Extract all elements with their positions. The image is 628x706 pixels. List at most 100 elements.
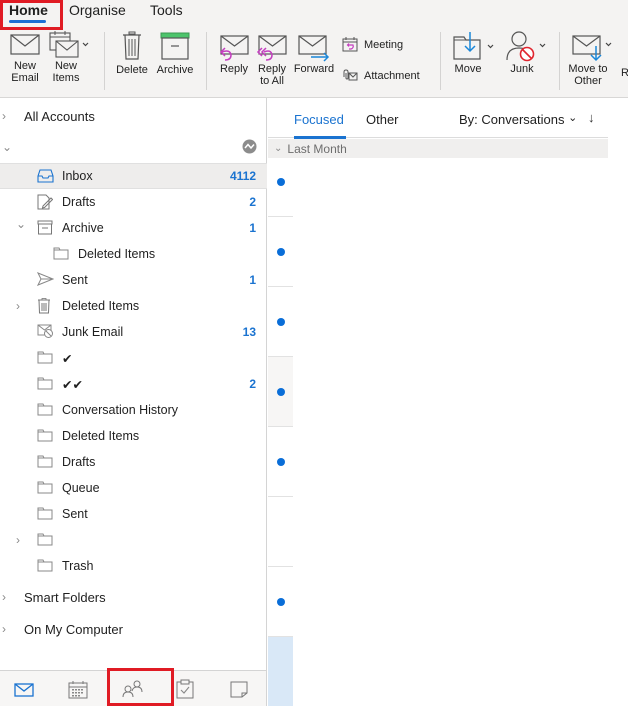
tasks-nav-button[interactable] bbox=[176, 679, 194, 704]
chevron-right-icon[interactable]: › bbox=[2, 109, 6, 123]
folder-item[interactable]: Conversation History bbox=[0, 397, 267, 423]
folder-item[interactable]: Drafts bbox=[0, 449, 267, 475]
sort-dropdown[interactable]: By: Conversations ⌄ bbox=[459, 112, 577, 127]
reply-all-button[interactable]: Reply to All bbox=[254, 28, 290, 98]
people-nav-button[interactable] bbox=[122, 680, 144, 703]
meeting-icon bbox=[342, 37, 358, 52]
message-row[interactable] bbox=[268, 567, 293, 637]
folder-item[interactable]: Deleted Items bbox=[0, 241, 267, 267]
ribbon-separator bbox=[440, 32, 441, 90]
folder-icon bbox=[37, 454, 53, 473]
folder-icon bbox=[37, 350, 53, 369]
new-items-label-2: Items bbox=[52, 72, 80, 84]
account-row[interactable]: ⌄ bbox=[0, 134, 267, 160]
chevron-down-icon[interactable]: ⌄ bbox=[2, 140, 12, 154]
message-row[interactable] bbox=[268, 217, 293, 287]
group-header-last-month[interactable]: ⌄ Last Month bbox=[268, 139, 608, 158]
folder-item[interactable]: ✔ bbox=[0, 345, 267, 371]
on-my-computer-label: On My Computer bbox=[24, 621, 123, 637]
chevron-right-icon[interactable]: › bbox=[2, 622, 6, 636]
folder-sidebar: › All Accounts ⌄ Inbox 4112 Drafts 2 ⌄ Archiv… bbox=[0, 98, 267, 670]
unread-dot-icon bbox=[277, 178, 285, 186]
folder-item[interactable]: Inbox 4112 bbox=[0, 163, 267, 189]
on-my-computer-row[interactable]: › On My Computer bbox=[0, 616, 267, 642]
folder-item[interactable]: Queue bbox=[0, 475, 267, 501]
message-row[interactable] bbox=[268, 427, 293, 497]
folder-item[interactable]: Sent 1 bbox=[0, 267, 267, 293]
message-row[interactable] bbox=[268, 637, 293, 706]
archive-label: Archive bbox=[156, 64, 194, 76]
chevron-right-icon[interactable]: › bbox=[16, 533, 20, 547]
folder-item[interactable]: Drafts 2 bbox=[0, 189, 267, 215]
cut-off-ribbon-button[interactable]: R bbox=[621, 67, 628, 79]
move-label: Move bbox=[454, 63, 482, 75]
smart-folders-row[interactable]: › Smart Folders bbox=[0, 584, 267, 610]
chevron-down-icon[interactable]: ⌄ bbox=[16, 217, 26, 231]
message-row[interactable] bbox=[268, 287, 293, 357]
tab-home[interactable]: Home bbox=[9, 2, 48, 18]
module-switcher bbox=[0, 670, 267, 706]
folder-item[interactable]: ✔✔ 2 bbox=[0, 371, 267, 397]
reply-all-label-1: Reply bbox=[257, 63, 287, 75]
folder-item[interactable]: › Deleted Items bbox=[0, 293, 267, 319]
folder-item[interactable]: ⌄ Archive 1 bbox=[0, 215, 267, 241]
meeting-label: Meeting bbox=[364, 38, 404, 51]
notes-nav-button[interactable] bbox=[230, 681, 248, 703]
archive-button[interactable]: Archive bbox=[155, 28, 195, 98]
message-row[interactable] bbox=[268, 357, 293, 427]
folder-icon bbox=[37, 428, 53, 447]
ribbon-separator bbox=[206, 32, 207, 90]
trash-icon bbox=[37, 298, 51, 319]
folder-label: Queue bbox=[62, 481, 100, 495]
tab-focused[interactable]: Focused bbox=[294, 112, 344, 127]
mail-nav-button[interactable] bbox=[14, 683, 34, 702]
move-button[interactable]: Move bbox=[452, 28, 496, 98]
folder-item[interactable]: Trash bbox=[0, 553, 267, 579]
all-accounts-label: All Accounts bbox=[24, 108, 95, 124]
chevron-right-icon[interactable]: › bbox=[2, 590, 6, 604]
forward-button[interactable]: Forward bbox=[292, 28, 336, 98]
folder-label: Sent bbox=[62, 507, 88, 521]
group-header-label: Last Month bbox=[287, 141, 347, 156]
unread-dot-icon bbox=[277, 248, 285, 256]
tab-tools[interactable]: Tools bbox=[150, 2, 183, 18]
tab-organise[interactable]: Organise bbox=[69, 2, 126, 18]
unread-dot-icon bbox=[277, 388, 285, 396]
folder-label: Archive bbox=[62, 221, 104, 235]
message-row[interactable] bbox=[268, 497, 293, 567]
new-items-icon bbox=[49, 31, 89, 58]
tab-other[interactable]: Other bbox=[366, 112, 399, 127]
inbox-icon bbox=[37, 169, 54, 188]
meeting-button[interactable]: Meeting bbox=[342, 37, 403, 52]
unread-count-badge: 1 bbox=[249, 273, 256, 287]
unread-dot-icon bbox=[277, 598, 285, 606]
folder-label: Junk Email bbox=[62, 325, 124, 339]
calendar-nav-button[interactable] bbox=[68, 680, 88, 704]
message-row[interactable] bbox=[268, 147, 293, 217]
chevron-right-icon[interactable]: › bbox=[16, 299, 20, 313]
delete-label: Delete bbox=[116, 64, 148, 76]
new-email-button[interactable]: New Email bbox=[8, 28, 42, 98]
delete-button[interactable]: Delete bbox=[114, 28, 150, 98]
ribbon-separator bbox=[559, 32, 560, 90]
folder-item[interactable]: Sent bbox=[0, 501, 267, 527]
activity-icon[interactable] bbox=[242, 139, 257, 154]
reply-button[interactable]: Reply bbox=[216, 28, 252, 98]
folder-item[interactable]: Junk Email 13 bbox=[0, 319, 267, 345]
attachment-label: Attachment bbox=[364, 69, 420, 82]
folder-icon bbox=[37, 402, 53, 421]
ribbon-separator bbox=[104, 32, 105, 90]
folder-label: Drafts bbox=[62, 455, 96, 469]
junk-button[interactable]: Junk bbox=[504, 28, 548, 98]
all-accounts-row[interactable]: › All Accounts bbox=[0, 103, 267, 129]
sort-direction-button[interactable]: ↓ bbox=[588, 110, 595, 125]
message-list-header: Focused Other By: Conversations ⌄ ↓ bbox=[268, 98, 608, 139]
folder-icon bbox=[37, 558, 53, 577]
folder-label: Deleted Items bbox=[62, 429, 140, 443]
move-to-other-button[interactable]: Move to Other bbox=[568, 28, 616, 98]
attachment-button[interactable]: Attachment bbox=[342, 69, 420, 82]
new-items-button[interactable]: New Items bbox=[48, 28, 90, 98]
folder-item[interactable]: › bbox=[0, 527, 267, 553]
calendar-icon bbox=[68, 681, 88, 699]
folder-item[interactable]: Deleted Items bbox=[0, 423, 267, 449]
